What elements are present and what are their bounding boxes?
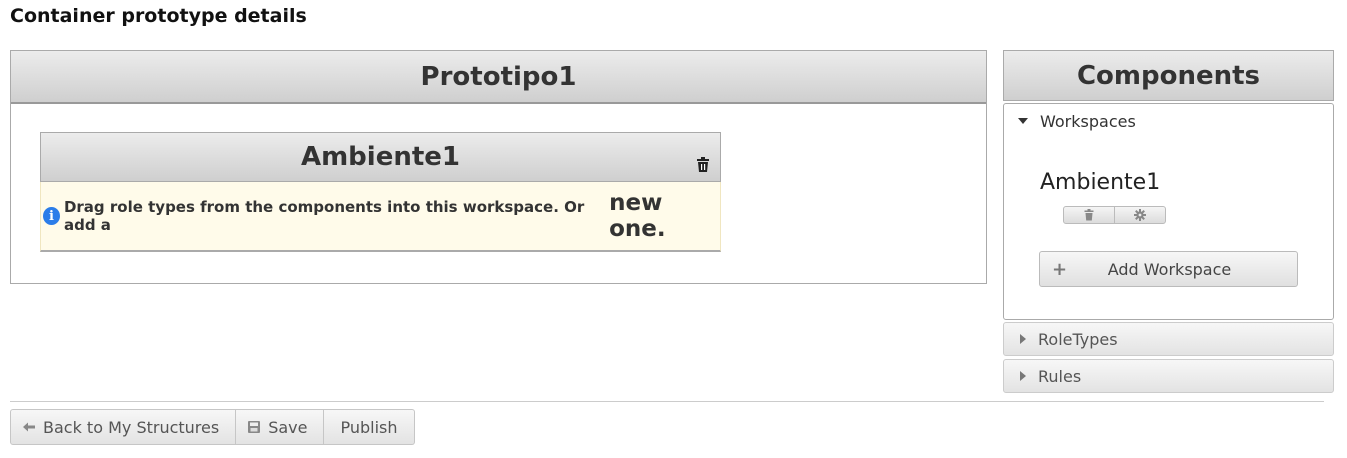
rules-label: Rules <box>1038 366 1082 386</box>
triangle-right-icon <box>1020 334 1026 344</box>
back-to-my-structures-button[interactable]: Back to My Structures <box>10 409 237 445</box>
rules-accordion-header[interactable]: Rules <box>1003 359 1334 393</box>
workspaces-label: Workspaces <box>1040 111 1136 131</box>
workspaces-accordion-header[interactable]: Workspaces <box>1004 104 1333 138</box>
workspace-drop-zone[interactable]: Ambiente1 i Drag role types from the com… <box>40 132 721 252</box>
plus-icon: + <box>1052 258 1068 280</box>
roletypes-label: RoleTypes <box>1038 329 1118 349</box>
publish-button[interactable]: Publish <box>324 409 415 445</box>
sidebar-workspace-actions <box>1063 206 1166 224</box>
new-one-link[interactable]: new one. <box>609 190 720 242</box>
workspace-header: Ambiente1 <box>40 132 721 182</box>
components-title: Components <box>1003 50 1334 101</box>
roletypes-accordion-header[interactable]: RoleTypes <box>1003 322 1334 356</box>
workspace-hint: i Drag role types from the components in… <box>40 182 721 252</box>
prototype-panel: Prototipo1 Ambiente1 i Drag role types f… <box>10 50 987 284</box>
add-workspace-label: Add Workspace <box>1107 259 1232 279</box>
arrow-left-icon <box>23 422 35 432</box>
save-button[interactable]: Save <box>236 409 325 445</box>
configure-workspace-button[interactable] <box>1114 207 1165 223</box>
triangle-right-icon <box>1020 371 1026 381</box>
gear-icon <box>1134 209 1146 221</box>
add-workspace-button[interactable]: + Add Workspace <box>1039 251 1298 287</box>
workspace-name: Ambiente1 <box>300 142 461 172</box>
back-button-label: Back to My Structures <box>43 417 220 437</box>
floppy-disk-icon <box>248 421 261 433</box>
divider <box>10 401 1324 402</box>
publish-button-label: Publish <box>340 417 398 437</box>
trash-icon <box>1084 209 1094 221</box>
save-button-label: Save <box>268 417 308 437</box>
workspace-hint-text: Drag role types from the components into… <box>63 198 585 234</box>
prototype-name: Prototipo1 <box>11 51 986 104</box>
trash-icon[interactable] <box>696 150 710 172</box>
page-title: Container prototype details <box>10 5 307 27</box>
workspaces-accordion: Workspaces Ambiente1 + Add Workspace <box>1003 103 1334 320</box>
sidebar-workspace-name[interactable]: Ambiente1 <box>1040 170 1160 195</box>
delete-workspace-button[interactable] <box>1064 207 1114 223</box>
action-button-group: Back to My Structures Save Publish <box>10 409 415 445</box>
info-icon: i <box>43 207 60 225</box>
triangle-down-icon <box>1018 118 1028 124</box>
